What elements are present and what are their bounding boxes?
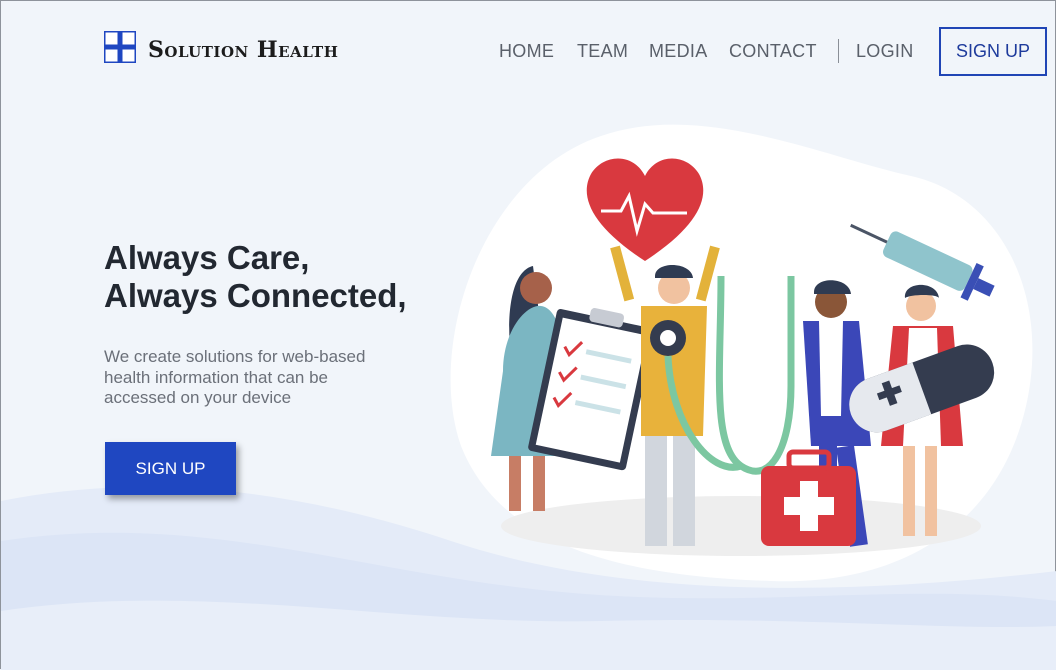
site-header: Solution Health HOME TEAM MEDIA CONTACT … (1, 1, 1056, 101)
hero-signup-button[interactable]: SIGN UP (105, 442, 236, 495)
first-aid-kit-icon (761, 449, 856, 546)
nav-item-team[interactable]: TEAM (577, 41, 628, 62)
nav-item-media[interactable]: MEDIA (649, 41, 708, 62)
header-signup-button[interactable]: SIGN UP (939, 27, 1047, 76)
nav-divider (838, 39, 839, 63)
hero-title-line-1: Always Care, (104, 239, 310, 276)
hero-title-line-2: Always Connected, (104, 277, 407, 314)
hero-title: Always Care, Always Connected, (104, 239, 407, 315)
nav-item-login[interactable]: LOGIN (856, 41, 914, 62)
healthcare-illustration (450, 124, 1033, 582)
nav-item-contact[interactable]: CONTACT (729, 41, 817, 62)
nav-item-home[interactable]: HOME (499, 41, 554, 62)
main-nav: HOME TEAM MEDIA CONTACT LOGIN (1, 41, 1056, 65)
hero-description: We create solutions for web-based health… (104, 347, 366, 407)
